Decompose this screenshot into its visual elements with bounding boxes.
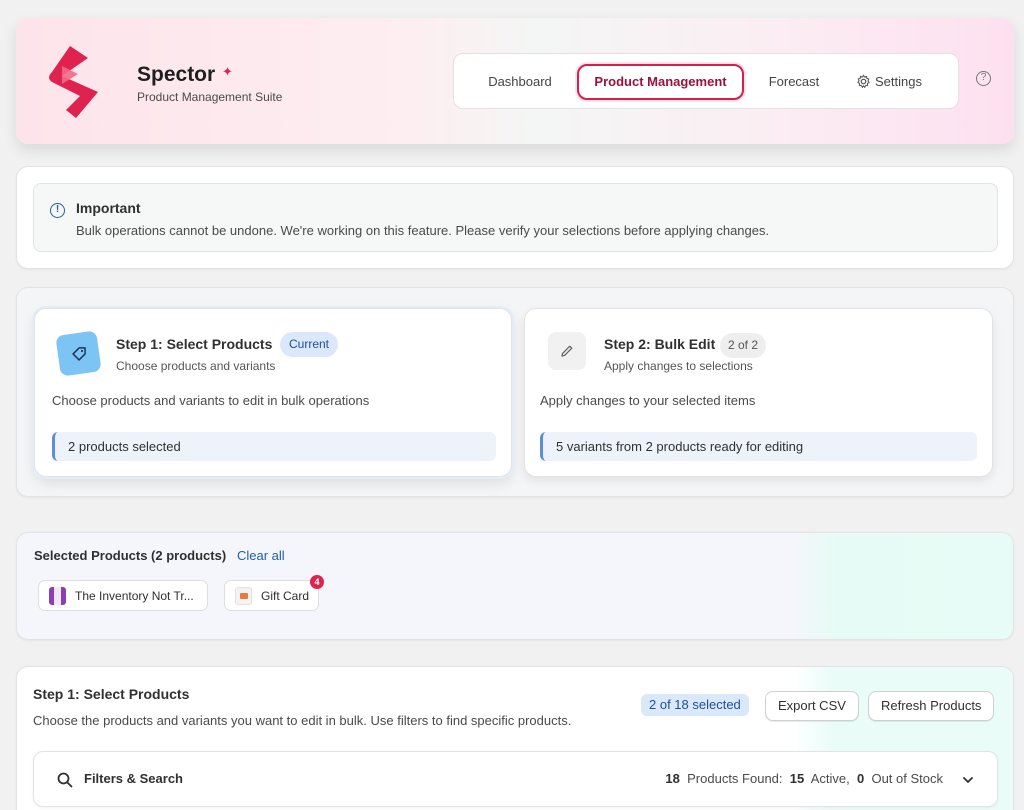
- nav-product-management[interactable]: Product Management: [577, 64, 744, 100]
- brand-subtitle: Product Management Suite: [137, 90, 283, 104]
- product-chip-label: Gift Card: [261, 589, 310, 603]
- main-nav: Dashboard Product Management Forecast Se…: [453, 53, 959, 109]
- step-2-subtitle: Apply changes to selections: [604, 359, 753, 373]
- notice-card: ! Important Bulk operations cannot be un…: [16, 166, 1014, 269]
- spector-logo-icon: [49, 46, 98, 118]
- active-label: Active,: [810, 771, 850, 786]
- current-badge: Current: [280, 332, 339, 357]
- found-count: 18: [665, 771, 680, 786]
- tag-icon: [55, 330, 102, 377]
- step-2-status: 5 variants from 2 products ready for edi…: [540, 432, 977, 461]
- brand-name: Spector: [137, 63, 216, 86]
- active-count: 15: [789, 771, 805, 786]
- out-of-stock-count: 0: [856, 771, 865, 786]
- panel-title: Step 1: Select Products: [33, 686, 190, 702]
- chevron-down-icon[interactable]: [961, 773, 975, 787]
- help-icon[interactable]: ?: [976, 71, 991, 86]
- step-count-badge: 2 of 2: [720, 333, 767, 358]
- selected-products-title: Selected Products (2 products): [34, 548, 227, 563]
- filters-search-bar[interactable]: Filters & Search 18 Products Found: 15 A…: [33, 751, 998, 807]
- clear-all-link[interactable]: Clear all: [237, 548, 285, 563]
- pencil-icon: [548, 332, 586, 370]
- nav-settings[interactable]: Settings: [846, 64, 932, 100]
- product-thumbnail: [49, 587, 66, 605]
- gear-icon: [857, 74, 870, 89]
- product-chip-label: The Inventory Not Tr...: [75, 589, 194, 603]
- step-1-description: Choose products and variants to edit in …: [52, 393, 370, 408]
- steps-card: Step 1: Select Products Current Choose p…: [16, 287, 1014, 497]
- gift-card-thumbnail: [235, 587, 252, 605]
- nav-dashboard[interactable]: Dashboard: [472, 64, 568, 100]
- variant-count-badge: 4: [310, 575, 324, 589]
- panel-subtitle: Choose the products and variants you wan…: [33, 713, 572, 728]
- step-1-subtitle: Choose products and variants: [116, 359, 276, 373]
- step-2-card[interactable]: Step 2: Bulk Edit 2 of 2 Apply changes t…: [524, 308, 993, 477]
- sparkle-icon: ✦: [222, 64, 233, 79]
- export-csv-button[interactable]: Export CSV: [765, 691, 859, 721]
- product-chip[interactable]: Gift Card 4: [224, 575, 324, 611]
- important-banner: ! Important Bulk operations cannot be un…: [33, 183, 998, 252]
- selection-count-pill: 2 of 18 selected: [641, 694, 749, 716]
- app-header: Spector ✦ Product Management Suite Dashb…: [16, 18, 1014, 144]
- select-products-panel: Step 1: Select Products Choose the produ…: [16, 666, 1014, 810]
- step-1-status: 2 products selected: [52, 432, 496, 461]
- refresh-products-button[interactable]: Refresh Products: [868, 691, 995, 721]
- nav-forecast[interactable]: Forecast: [754, 64, 834, 100]
- search-icon: [57, 772, 73, 788]
- info-icon: !: [50, 203, 65, 218]
- product-stats: 18 Products Found: 15 Active, 0 Out of S…: [665, 771, 943, 786]
- out-of-stock-label: Out of Stock: [871, 771, 943, 786]
- step-2-description: Apply changes to your selected items: [540, 393, 756, 408]
- banner-text: Bulk operations cannot be undone. We're …: [76, 223, 770, 238]
- step-1-card[interactable]: Step 1: Select Products Current Choose p…: [34, 308, 512, 477]
- selected-products-card: Selected Products (2 products) Clear all…: [16, 532, 1014, 640]
- found-label: Products Found:: [687, 771, 783, 786]
- step-2-title: Step 2: Bulk Edit: [604, 336, 716, 352]
- banner-title: Important: [76, 200, 141, 216]
- nav-settings-label: Settings: [875, 74, 922, 89]
- step-1-title: Step 1: Select Products: [116, 336, 273, 352]
- product-chip[interactable]: The Inventory Not Tr...: [38, 580, 208, 611]
- filters-title: Filters & Search: [84, 771, 183, 786]
